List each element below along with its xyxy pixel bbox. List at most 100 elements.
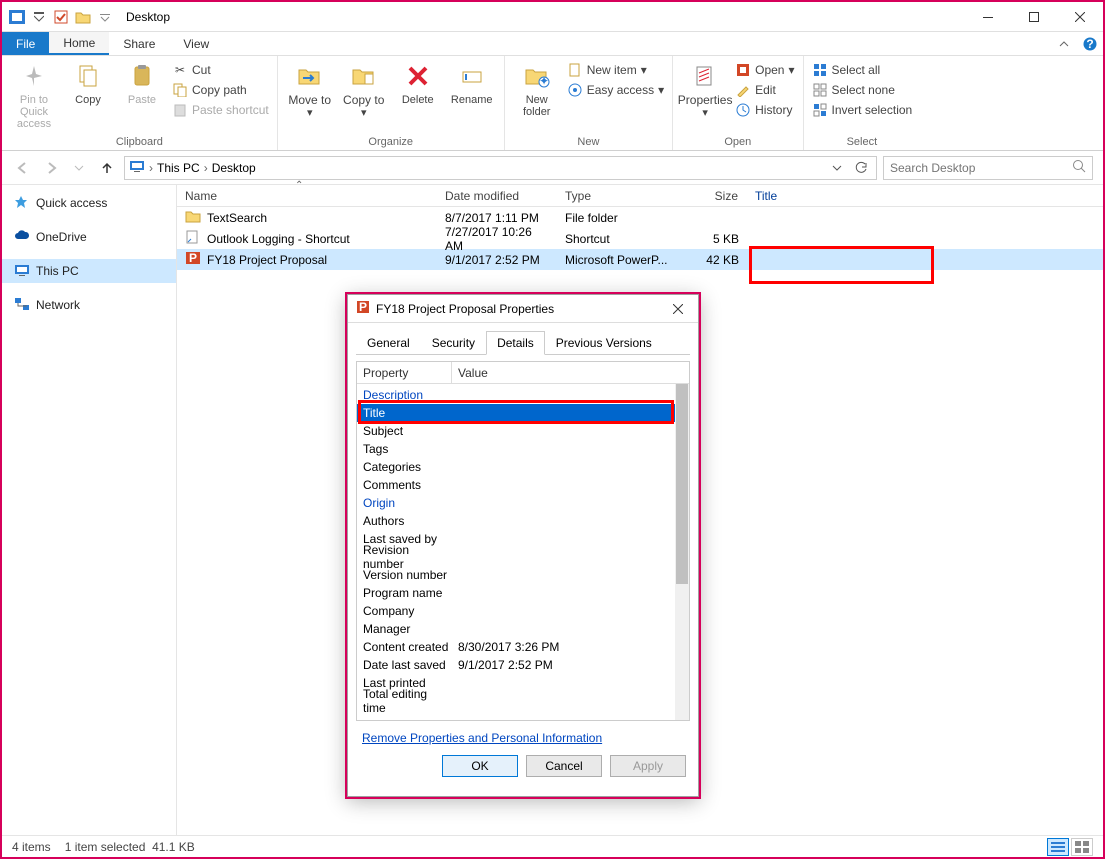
- edit-button[interactable]: Edit: [735, 82, 794, 98]
- close-button[interactable]: [1057, 2, 1103, 32]
- ok-button[interactable]: OK: [442, 755, 518, 777]
- paste-shortcut-icon: [172, 102, 188, 118]
- group-label-clipboard: Clipboard: [116, 136, 163, 150]
- group-select: Select all Select none Invert selection …: [804, 56, 921, 150]
- view-tab[interactable]: View: [169, 32, 223, 55]
- titlebar: Desktop: [2, 2, 1103, 32]
- move-to-button[interactable]: Move to ▾: [286, 60, 334, 119]
- property-company[interactable]: Company: [357, 602, 675, 620]
- property-categories[interactable]: Categories: [357, 458, 675, 476]
- property-manager[interactable]: Manager: [357, 620, 675, 638]
- apply-button[interactable]: Apply: [610, 755, 686, 777]
- file-row[interactable]: TextSearch 8/7/2017 1:11 PM File folder: [177, 207, 1103, 228]
- property-comments[interactable]: Comments: [357, 476, 675, 494]
- search-input[interactable]: [890, 161, 1066, 175]
- svg-text:?: ?: [1086, 37, 1093, 51]
- address-row: › This PC› Desktop: [2, 151, 1103, 185]
- property-total-editing-time[interactable]: Total editing time: [357, 692, 675, 710]
- share-tab[interactable]: Share: [109, 32, 169, 55]
- copy-button[interactable]: Copy: [64, 60, 112, 106]
- property-authors[interactable]: Authors: [357, 512, 675, 530]
- select-all-icon: [812, 62, 828, 78]
- file-tab[interactable]: File: [2, 32, 49, 55]
- details-view-button[interactable]: [1047, 838, 1069, 856]
- new-folder-icon: ✦: [521, 60, 553, 92]
- open-button[interactable]: Open ▾: [735, 62, 794, 78]
- qat-overflow-icon[interactable]: [96, 8, 114, 26]
- chevron-right-icon[interactable]: ›: [149, 161, 153, 175]
- maximize-button[interactable]: [1011, 2, 1057, 32]
- tab-previous-versions[interactable]: Previous Versions: [545, 331, 663, 355]
- qat-dropdown-icon[interactable]: [30, 8, 48, 26]
- address-bar[interactable]: › This PC› Desktop: [124, 156, 877, 180]
- minimize-button[interactable]: [965, 2, 1011, 32]
- search-icon[interactable]: [1072, 159, 1086, 176]
- invert-selection-button[interactable]: Invert selection: [812, 102, 913, 118]
- new-item-button[interactable]: New item ▾: [567, 62, 664, 78]
- copy-to-icon: [348, 60, 380, 92]
- collapse-ribbon-icon[interactable]: [1051, 32, 1077, 55]
- col-title[interactable]: Title: [747, 185, 927, 206]
- cut-button[interactable]: ✂Cut: [172, 62, 269, 78]
- thumbnails-view-button[interactable]: [1071, 838, 1093, 856]
- property-date-last-saved[interactable]: Date last saved9/1/2017 2:52 PM: [357, 656, 675, 674]
- details-col-property[interactable]: Property: [357, 362, 452, 383]
- up-button[interactable]: [96, 157, 118, 179]
- file-row-selected[interactable]: PFY18 Project Proposal 9/1/2017 2:52 PM …: [177, 249, 1103, 270]
- paste-button[interactable]: Paste: [118, 60, 166, 106]
- forward-button[interactable]: [40, 157, 62, 179]
- copy-path-button[interactable]: Copy path: [172, 82, 269, 98]
- nav-thispc[interactable]: This PC: [2, 259, 176, 283]
- crumb-thispc[interactable]: This PC›: [157, 161, 208, 175]
- file-row[interactable]: Outlook Logging - Shortcut 7/27/2017 10:…: [177, 228, 1103, 249]
- remove-properties-link[interactable]: Remove Properties and Personal Informati…: [362, 731, 684, 745]
- property-content-created[interactable]: Content created8/30/2017 3:26 PM: [357, 638, 675, 656]
- address-dropdown-button[interactable]: [826, 157, 848, 179]
- history-button[interactable]: History: [735, 102, 794, 118]
- property-revision-number[interactable]: Revision number: [357, 548, 675, 566]
- details-col-value[interactable]: Value: [452, 362, 689, 383]
- property-title[interactable]: Title: [357, 404, 675, 422]
- nav-network[interactable]: Network: [2, 293, 176, 317]
- pin-quick-access-button[interactable]: Pin to Quick access: [10, 60, 58, 130]
- select-none-button[interactable]: Select none: [812, 82, 913, 98]
- copy-to-button[interactable]: Copy to ▾: [340, 60, 388, 119]
- qat-check-icon[interactable]: [52, 8, 70, 26]
- property-program-name[interactable]: Program name: [357, 584, 675, 602]
- col-date[interactable]: Date modified: [437, 185, 557, 206]
- group-label-select: Select: [847, 136, 878, 150]
- powerpoint-icon: P: [185, 251, 201, 268]
- col-type[interactable]: Type: [557, 185, 677, 206]
- paste-shortcut-button[interactable]: Paste shortcut: [172, 102, 269, 118]
- easy-access-button[interactable]: Easy access ▾: [567, 82, 664, 98]
- tab-details[interactable]: Details: [486, 331, 545, 355]
- select-all-button[interactable]: Select all: [812, 62, 913, 78]
- nav-onedrive[interactable]: OneDrive: [2, 225, 176, 249]
- property-tags[interactable]: Tags: [357, 440, 675, 458]
- cancel-button[interactable]: Cancel: [526, 755, 602, 777]
- property-version-number[interactable]: Version number: [357, 566, 675, 584]
- scissors-icon: ✂: [172, 62, 188, 78]
- col-size[interactable]: Size: [677, 185, 747, 206]
- powerpoint-icon: P: [356, 300, 370, 317]
- search-box[interactable]: [883, 156, 1093, 180]
- refresh-button[interactable]: [850, 157, 872, 179]
- back-button[interactable]: [12, 157, 34, 179]
- help-icon[interactable]: ?: [1077, 32, 1103, 55]
- recent-locations-button[interactable]: [68, 157, 90, 179]
- delete-button[interactable]: Delete: [394, 60, 442, 106]
- crumb-desktop[interactable]: Desktop: [212, 161, 256, 175]
- tab-security[interactable]: Security: [421, 331, 486, 355]
- home-tab[interactable]: Home: [49, 32, 109, 55]
- property-subject[interactable]: Subject: [357, 422, 675, 440]
- rename-button[interactable]: Rename: [448, 60, 496, 106]
- details-scrollbar[interactable]: [675, 384, 689, 720]
- folder-icon: [185, 209, 201, 226]
- col-name[interactable]: Name: [177, 185, 437, 206]
- dialog-close-button[interactable]: [666, 297, 690, 321]
- copy-icon: [72, 60, 104, 92]
- properties-button[interactable]: Properties ▾: [681, 60, 729, 119]
- nav-quick-access[interactable]: Quick access: [2, 191, 176, 215]
- new-folder-button[interactable]: ✦ New folder: [513, 60, 561, 118]
- tab-general[interactable]: General: [356, 331, 421, 355]
